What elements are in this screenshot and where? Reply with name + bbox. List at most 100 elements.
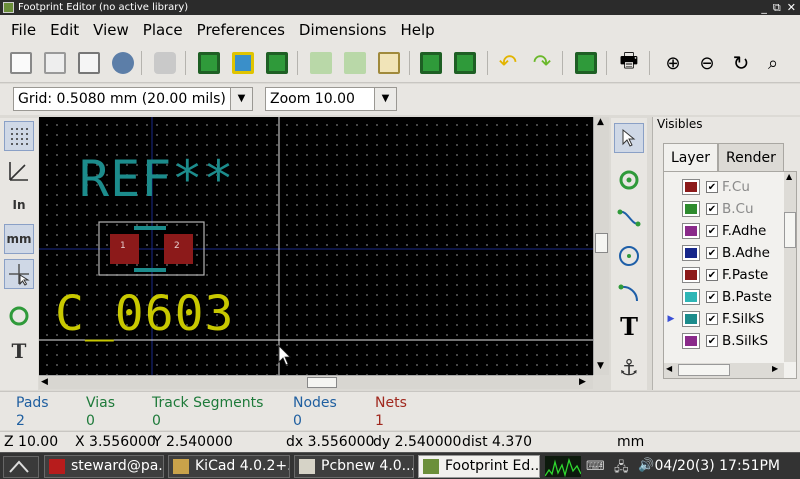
scroll-thumb-vertical[interactable] (784, 212, 796, 248)
menu-view[interactable]: View (86, 15, 136, 45)
close-icon[interactable]: ✕ (787, 0, 796, 15)
edit-properties-icon[interactable] (375, 49, 403, 77)
undo-icon[interactable]: ↶ (494, 49, 522, 77)
add-text-icon[interactable]: T (614, 311, 644, 341)
layer-name[interactable]: F.Cu (722, 179, 750, 195)
maximize-icon[interactable]: ⧉ (773, 0, 781, 15)
layer-list-horizontal-scrollbar[interactable]: ◀ ▶ (664, 363, 784, 378)
scroll-thumb-vertical[interactable] (595, 233, 608, 253)
task-pcbnew[interactable]: Pcbnew 4.0.... (294, 455, 414, 478)
new-library-icon[interactable] (41, 49, 69, 77)
menu-edit[interactable]: Edit (43, 15, 86, 45)
add-line-icon[interactable] (614, 203, 644, 233)
load-from-board-icon[interactable] (417, 49, 445, 77)
units-inches-icon[interactable]: In (4, 190, 34, 220)
chevron-left-icon[interactable]: ◀ (666, 364, 672, 373)
tab-layer[interactable]: Layer (663, 143, 719, 171)
add-pad-icon[interactable] (614, 165, 644, 195)
layer-row[interactable]: ✔ B.Adhe (664, 242, 782, 264)
export-footprint-icon[interactable] (341, 49, 369, 77)
select-arrow-icon[interactable] (614, 123, 644, 153)
network-icon[interactable]: 🖧 (614, 458, 629, 479)
footprint-wizard-icon[interactable] (229, 49, 257, 77)
menu-place[interactable]: Place (136, 15, 190, 45)
task-terminal[interactable]: steward@pa... (44, 455, 164, 478)
chevron-up-icon[interactable]: ▲ (597, 117, 604, 127)
layer-visibility-checkbox[interactable]: ✔ (706, 313, 718, 325)
grid-toggle-icon[interactable] (4, 121, 34, 151)
layer-row[interactable]: ✔ B.SilkS (664, 330, 782, 352)
text-sketch-icon[interactable]: T (4, 336, 34, 366)
canvas-vertical-scrollbar[interactable]: ▲ ▼ (593, 117, 609, 375)
layer-visibility-checkbox[interactable]: ✔ (706, 247, 718, 259)
ref-label[interactable]: REF** (79, 152, 235, 207)
layer-color-swatch[interactable] (682, 245, 700, 261)
anchor-icon[interactable]: ⚓ (614, 353, 644, 383)
redo-icon[interactable]: ↷ (528, 49, 556, 77)
menu-preferences[interactable]: Preferences (190, 15, 292, 45)
layer-color-swatch[interactable] (682, 223, 700, 239)
pad-settings-icon[interactable] (572, 49, 600, 77)
drawing-canvas[interactable]: REF** C_0603 1 2 (39, 117, 593, 375)
chevron-right-icon[interactable]: ▶ (772, 364, 778, 373)
layer-name[interactable]: F.Adhe (722, 223, 766, 239)
open-library-icon[interactable] (75, 49, 103, 77)
tab-render[interactable]: Render (718, 143, 784, 171)
menu-help[interactable]: Help (393, 15, 441, 45)
layer-row[interactable]: ✔ B.Paste (664, 286, 782, 308)
start-menu-icon[interactable] (3, 456, 39, 478)
save-footprint-icon[interactable] (263, 49, 291, 77)
import-footprint-icon[interactable] (307, 49, 335, 77)
chevron-down-icon[interactable]: ▼ (597, 361, 604, 371)
minimize-icon[interactable]: _ (761, 0, 767, 15)
menu-dimensions[interactable]: Dimensions (292, 15, 394, 45)
menu-file[interactable]: File (4, 15, 43, 45)
layer-name[interactable]: F.SilkS (722, 311, 764, 327)
layer-color-swatch[interactable] (682, 267, 700, 283)
value-label[interactable]: C_0603 (55, 287, 234, 342)
layer-row[interactable]: ✔ F.Paste (664, 264, 782, 286)
print-icon[interactable]: 🖶 (615, 48, 643, 77)
layer-name[interactable]: B.Adhe (722, 245, 770, 261)
chevron-right-icon[interactable]: ▶ (579, 377, 586, 387)
scroll-thumb-horizontal[interactable] (678, 364, 730, 376)
pad-sketch-icon[interactable] (4, 301, 34, 331)
chevron-up-icon[interactable]: ▲ (786, 172, 792, 181)
layer-row[interactable]: ▶ ✔ F.SilkS (664, 308, 782, 330)
layer-name[interactable]: B.SilkS (722, 333, 768, 349)
task-footprint-editor[interactable]: Footprint Ed... (418, 455, 540, 478)
layer-name[interactable]: B.Paste (722, 289, 772, 305)
layer-visibility-checkbox[interactable]: ✔ (706, 181, 718, 193)
layer-visibility-checkbox[interactable]: ✔ (706, 335, 718, 347)
zoom-in-icon[interactable]: ⊕ (659, 49, 687, 77)
layer-color-swatch[interactable] (682, 289, 700, 305)
new-footprint-icon[interactable] (195, 49, 223, 77)
layer-name[interactable]: B.Cu (722, 201, 754, 217)
keyboard-icon[interactable]: ⌨ (586, 459, 605, 474)
redraw-icon[interactable]: ↻ (727, 49, 755, 77)
chevron-down-icon[interactable]: ▼ (230, 88, 252, 110)
layer-visibility-checkbox[interactable]: ✔ (706, 291, 718, 303)
layer-row[interactable]: ✔ B.Cu (664, 198, 782, 220)
grid-select[interactable]: Grid: 0.5080 mm (20.00 mils) ▼ (13, 87, 253, 111)
layer-color-swatch[interactable] (682, 311, 700, 327)
layer-visibility-checkbox[interactable]: ✔ (706, 225, 718, 237)
zoom-out-icon[interactable]: ⊖ (693, 49, 721, 77)
layer-color-swatch[interactable] (682, 333, 700, 349)
scroll-thumb-horizontal[interactable] (307, 377, 337, 388)
layer-visibility-checkbox[interactable]: ✔ (706, 203, 718, 215)
layer-row[interactable]: ✔ F.Adhe (664, 220, 782, 242)
layer-visibility-checkbox[interactable]: ✔ (706, 269, 718, 281)
load-footprint-icon[interactable] (109, 49, 137, 77)
add-circle-icon[interactable] (614, 241, 644, 271)
zoom-fit-icon[interactable]: ⌕ (759, 49, 787, 77)
task-kicad[interactable]: KiCad 4.0.2+... (168, 455, 290, 478)
canvas-horizontal-scrollbar[interactable]: ◀ ▶ (39, 375, 593, 389)
layer-color-swatch[interactable] (682, 179, 700, 195)
layer-color-swatch[interactable] (682, 201, 700, 217)
zoom-select[interactable]: Zoom 10.00 ▼ (265, 87, 397, 111)
chevron-left-icon[interactable]: ◀ (41, 377, 48, 387)
library-browse-icon[interactable] (7, 49, 35, 77)
chevron-down-icon[interactable]: ▼ (374, 88, 396, 110)
full-cursor-icon[interactable] (4, 259, 34, 289)
